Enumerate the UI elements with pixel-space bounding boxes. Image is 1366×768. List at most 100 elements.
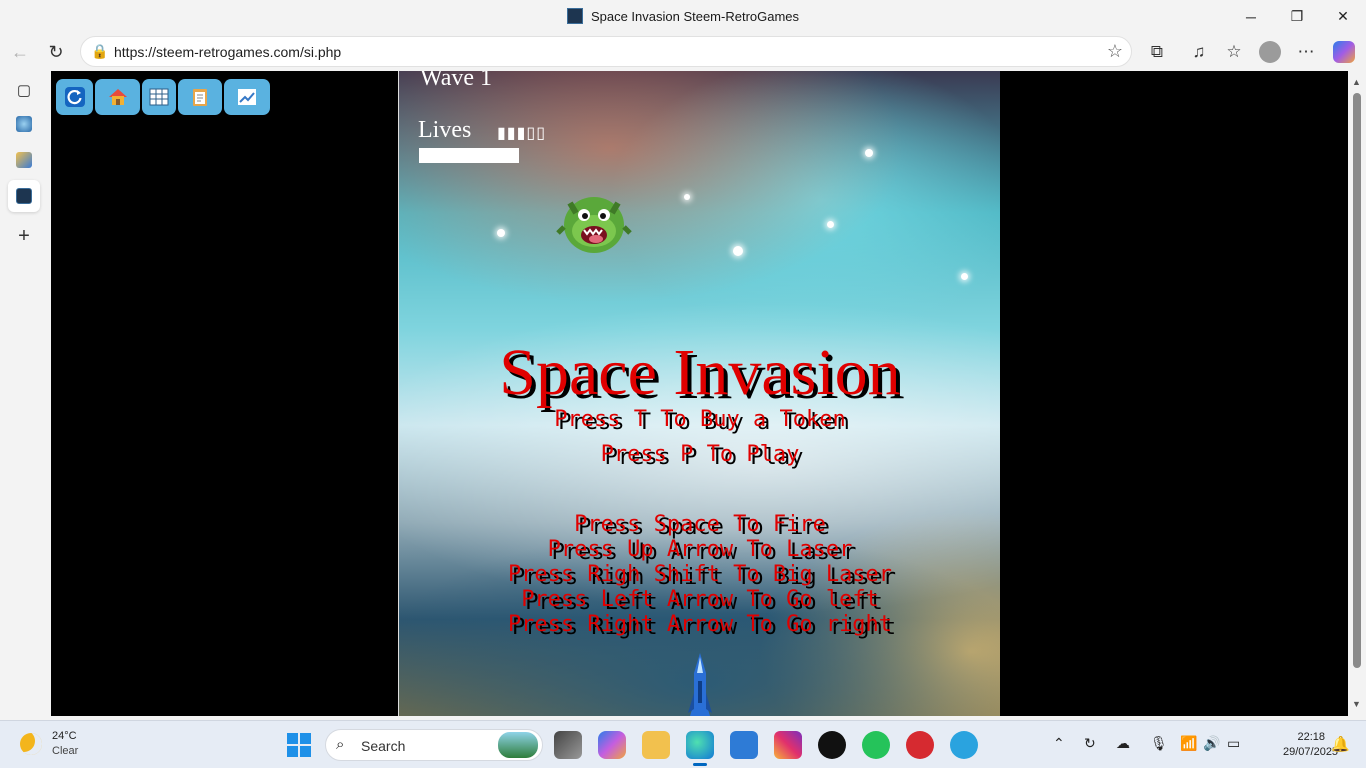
clock-time: 22:18 (1297, 731, 1325, 743)
game-title: Space Invasion (499, 336, 901, 409)
star-decoration (684, 194, 690, 200)
game-canvas[interactable]: Wave 1 Lives ▮▮▮▯▯ Space Invasion Press … (398, 71, 1000, 716)
instruction-right: Press Right Arrow To Go right Press Righ… (399, 612, 1000, 640)
instruction-text: Press Space To Fire (574, 512, 826, 537)
instruction-text: Press T To Buy a Token (554, 407, 846, 432)
more-button[interactable]: ⋯ (1290, 37, 1322, 67)
site-favicon-icon (566, 8, 583, 24)
copilot-icon (1333, 41, 1355, 63)
taskbar-search[interactable]: ⌕ Search (325, 729, 543, 761)
chevron-up-icon[interactable]: ⌃ (1053, 735, 1065, 752)
windows-logo-icon (287, 746, 298, 757)
file-explorer-icon[interactable] (642, 731, 670, 759)
url-text[interactable]: https://steem-retrogames.com/si.php (114, 44, 341, 60)
profile-button[interactable] (1254, 37, 1286, 67)
system-clock[interactable]: 22:18 29/07/2025 (1283, 730, 1339, 760)
instruction-left: Press Left Arrow To Go left Press Left A… (399, 587, 1000, 615)
instruction-buy-token: Press T To Buy a Token Press T To Buy a … (399, 407, 1000, 437)
weather-widget[interactable]: 24°C Clear (20, 729, 78, 759)
microphone-icon[interactable]: 🎙 (1150, 735, 1168, 752)
instruction-laser: Press Up Arrow To Laser Press Up Arrow T… (399, 537, 1000, 565)
search-highlight-image (498, 732, 538, 758)
sync-icon[interactable]: ↻ (1084, 735, 1096, 752)
tab-3-active[interactable] (8, 180, 40, 212)
instruction-text: Press Righ Shift To Big Laser (507, 562, 893, 587)
page-toolbar (56, 79, 270, 115)
instruction-big-laser: Press Righ Shift To Big Laser Press Righ… (399, 562, 1000, 590)
plus-icon: + (18, 224, 30, 247)
media-button[interactable]: ♫ (1183, 37, 1215, 67)
favorite-star-icon[interactable]: ☆ (1107, 41, 1123, 62)
task-view-icon[interactable] (554, 731, 582, 759)
avatar (1259, 41, 1281, 63)
tiktok-icon[interactable] (818, 731, 846, 759)
tab-1[interactable] (8, 108, 40, 140)
instruction-text: Press Up Arrow To Laser (547, 537, 853, 562)
page-scrollbar[interactable]: ▲ ▼ (1348, 71, 1366, 716)
close-button[interactable]: ✕ (1320, 0, 1366, 33)
new-tab-button[interactable]: + (8, 220, 40, 252)
restore-button[interactable]: ❐ (1274, 0, 1320, 33)
reload-game-button[interactable] (56, 79, 93, 115)
lives-indicator: ▮▮▮▯▯ (497, 123, 547, 142)
instruction-text: Press Right Arrow To Go right (507, 612, 893, 637)
onedrive-icon[interactable]: ☁ (1116, 735, 1130, 752)
games-grid-button[interactable] (142, 79, 176, 115)
reload-icon (64, 87, 85, 107)
chart-icon (238, 89, 256, 105)
volume-icon[interactable]: 🔊 (1203, 735, 1220, 752)
address-bar[interactable]: 🔒 https://steem-retrogames.com/si.php ☆ (80, 36, 1132, 67)
star-decoration (961, 273, 968, 280)
tab-2[interactable] (8, 144, 40, 176)
alien-monster-enemy (556, 197, 632, 253)
stats-button[interactable] (224, 79, 270, 115)
home-button[interactable] (95, 79, 140, 115)
instagram-icon[interactable] (774, 731, 802, 759)
microsoft-store-icon[interactable] (730, 731, 758, 759)
back-arrow-icon: ← (11, 41, 29, 62)
clipboard-icon (193, 89, 207, 106)
copilot-button[interactable] (1328, 37, 1360, 67)
title-bar: Space Invasion Steem-RetroGames ─ ❐ ✕ (0, 0, 1366, 33)
instruction-text: Press P To Play (600, 442, 800, 467)
collections-button[interactable]: ☆ (1218, 37, 1250, 67)
lock-icon[interactable]: 🔒 (91, 43, 108, 60)
player-spaceship (688, 653, 712, 716)
clock-date: 29/07/2025 (1283, 746, 1339, 758)
notes-button[interactable] (178, 79, 222, 115)
notification-bell-icon[interactable]: 🔔 (1331, 735, 1350, 753)
puzzle-icon: ⧉ (1150, 42, 1164, 61)
minimize-button[interactable]: ─ (1228, 0, 1274, 33)
star-decoration (497, 229, 505, 237)
vertical-tab-rail: ▢ + (0, 71, 50, 720)
moon-icon (20, 733, 42, 755)
search-placeholder: Search (361, 738, 406, 754)
star-decoration (733, 246, 743, 256)
start-button[interactable] (287, 733, 311, 757)
back-button[interactable]: ← (4, 37, 36, 67)
house-icon (108, 89, 127, 105)
tab-actions-button[interactable]: ▢ (8, 74, 40, 106)
scroll-down-icon[interactable]: ▼ (1352, 699, 1361, 709)
refresh-button[interactable]: ↻ (40, 37, 72, 67)
battery-icon[interactable]: ▭ (1227, 735, 1240, 752)
refresh-icon: ↻ (48, 41, 64, 62)
browser-toolbar: ← ↻ 🔒 https://steem-retrogames.com/si.ph… (0, 33, 1366, 71)
window-title: Space Invasion Steem-RetroGames (0, 8, 1366, 24)
pinterest-icon[interactable] (906, 731, 934, 759)
extensions-button[interactable]: ⧉ (1141, 37, 1173, 67)
grid-icon (149, 88, 169, 106)
instruction-fire: Press Space To Fire Press Space To Fire (399, 512, 1000, 540)
scroll-thumb[interactable] (1353, 93, 1361, 668)
edge-browser-icon[interactable] (686, 731, 714, 766)
whatsapp-icon[interactable] (862, 731, 890, 759)
globe-tab-icon (16, 116, 32, 132)
scroll-up-icon[interactable]: ▲ (1352, 77, 1361, 87)
copilot-app-icon[interactable] (598, 731, 626, 759)
wifi-icon[interactable]: 📶 (1180, 735, 1197, 752)
window-title-text: Space Invasion Steem-RetroGames (590, 9, 800, 24)
star-decoration (827, 221, 834, 228)
instruction-play: Press P To Play Press P To Play (399, 442, 1000, 472)
windows-logo-icon (287, 733, 298, 744)
telegram-icon[interactable] (950, 731, 978, 759)
